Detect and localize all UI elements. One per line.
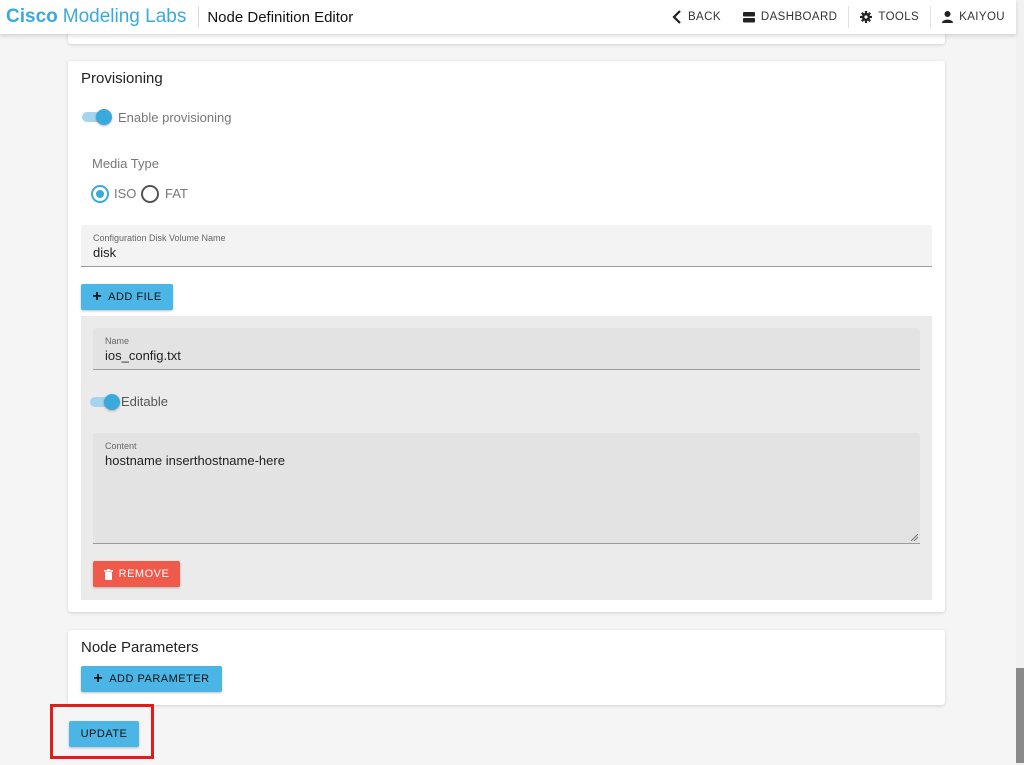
plus-icon: +	[92, 288, 103, 305]
file-editable-label: Editable	[121, 394, 168, 409]
header-nav: BACK DASHBOARD TOOLS KAIYOU	[661, 0, 1016, 34]
toggle-knob	[96, 109, 112, 125]
node-parameters-title: Node Parameters	[81, 639, 199, 656]
page-scrollbar[interactable]	[1016, 0, 1024, 765]
provisioning-title: Provisioning	[81, 70, 163, 87]
add-file-button[interactable]: + ADD FILE	[81, 284, 173, 310]
title-divider	[198, 6, 200, 28]
dashboard-button[interactable]: DASHBOARD	[732, 0, 848, 34]
add-parameter-button[interactable]: + ADD PARAMETER	[81, 666, 222, 692]
file-name-field[interactable]: Name	[93, 328, 920, 370]
toggle-knob	[104, 394, 120, 410]
page-title: Node Definition Editor	[207, 8, 354, 26]
volume-name-input[interactable]	[93, 245, 859, 260]
back-label: BACK	[687, 11, 721, 23]
remove-file-button[interactable]: REMOVE	[93, 561, 180, 587]
file-name-input[interactable]	[105, 348, 850, 363]
media-type-label: Media Type	[92, 156, 159, 171]
user-icon	[942, 11, 954, 23]
enable-provisioning-toggle[interactable]	[82, 109, 112, 125]
volume-name-label: Configuration Disk Volume Name	[93, 233, 226, 243]
file-content-textarea[interactable]: hostname inserthostname-here	[105, 453, 849, 468]
volume-name-field[interactable]: Configuration Disk Volume Name	[81, 225, 932, 267]
user-label: KAIYOU	[959, 11, 1005, 23]
media-iso-radio[interactable]	[91, 185, 109, 203]
node-parameters-card: Node Parameters + ADD PARAMETER	[68, 630, 945, 705]
file-name-label: Name	[105, 336, 130, 346]
tools-label: TOOLS	[878, 11, 920, 23]
remove-label: REMOVE	[118, 568, 170, 580]
media-iso-label: ISO	[114, 186, 137, 201]
server-icon	[742, 11, 755, 22]
update-label: UPDATE	[80, 728, 128, 740]
trash-icon	[103, 568, 113, 580]
plus-icon: +	[93, 670, 104, 687]
media-fat-radio[interactable]	[141, 185, 159, 203]
file-content-label: Content	[105, 441, 137, 451]
file-entry: Name Editable Content hostname inserthos…	[81, 316, 932, 600]
brand-cisco-text: Cisco	[6, 6, 58, 27]
chevron-left-icon	[672, 10, 681, 24]
resize-handle-icon[interactable]	[911, 534, 918, 541]
app-brand[interactable]: Cisco Modeling Labs	[0, 0, 186, 34]
gear-icon	[860, 11, 873, 23]
back-button[interactable]: BACK	[661, 0, 732, 34]
tools-button[interactable]: TOOLS	[849, 0, 930, 34]
add-parameter-label: ADD PARAMETER	[109, 673, 210, 685]
file-editable-toggle[interactable]	[90, 394, 120, 410]
user-menu-button[interactable]: KAIYOU	[931, 0, 1016, 34]
enable-provisioning-label: Enable provisioning	[118, 110, 232, 125]
provisioning-card: Provisioning Enable provisioning Media T…	[68, 61, 945, 612]
update-button[interactable]: UPDATE	[69, 721, 139, 747]
dashboard-label: DASHBOARD	[760, 11, 838, 23]
media-fat-label: FAT	[165, 186, 188, 201]
top-navbar: Cisco Modeling Labs Node Definition Edit…	[0, 0, 1016, 34]
add-file-label: ADD FILE	[108, 291, 162, 303]
scrollbar-thumb[interactable]	[1016, 668, 1024, 763]
brand-product-text: Modeling Labs	[62, 6, 187, 27]
file-content-field[interactable]: Content hostname inserthostname-here	[93, 433, 920, 544]
